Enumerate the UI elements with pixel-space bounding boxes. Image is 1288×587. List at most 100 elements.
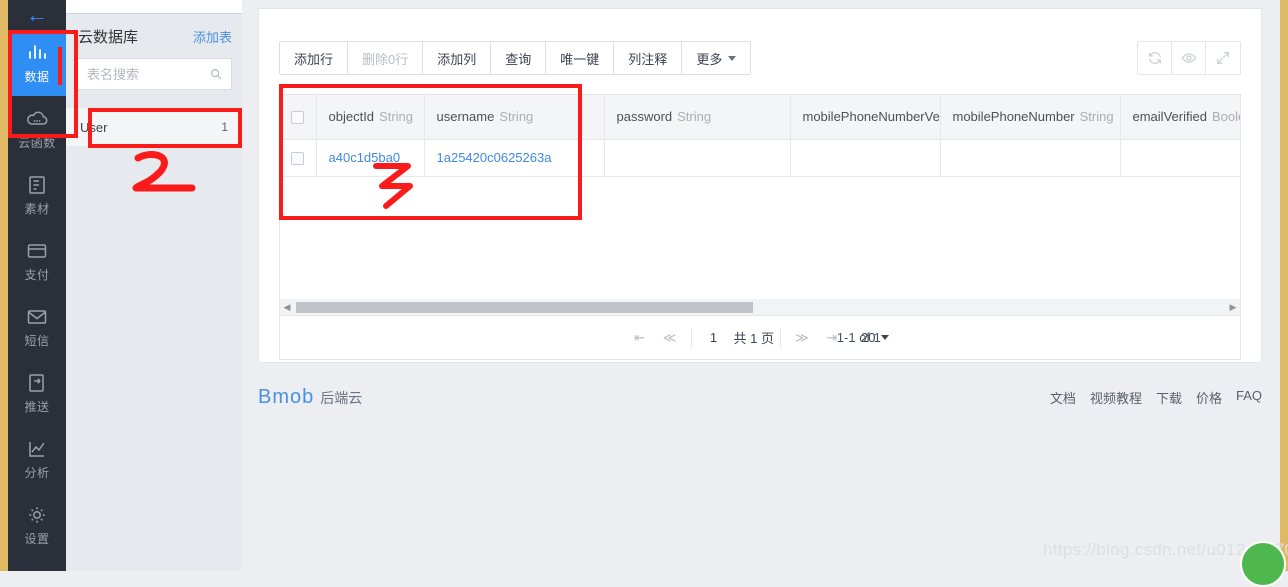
column-header-mobilephonenumber[interactable]: mobilePhoneNumber String bbox=[940, 95, 1121, 140]
expand-button[interactable] bbox=[1206, 42, 1240, 74]
file-material-icon bbox=[24, 173, 50, 197]
cell-objectid[interactable]: a40c1d5ba0 bbox=[316, 139, 425, 177]
column-header-password[interactable]: password String bbox=[604, 95, 791, 140]
sidebar-item-analytics[interactable]: 分析 bbox=[8, 426, 66, 492]
unique-key-button[interactable]: 唯一键 bbox=[546, 42, 615, 74]
footer-links: 文档 视频教程 下载 价格 FAQ bbox=[1050, 388, 1262, 407]
scroll-left-arrow-icon[interactable]: ◀ bbox=[280, 302, 294, 313]
sidebar-back-button[interactable]: ← bbox=[8, 0, 66, 30]
footer-link-docs[interactable]: 文档 bbox=[1050, 388, 1076, 407]
footer-link-video[interactable]: 视频教程 bbox=[1090, 388, 1142, 407]
main-sidebar: ← 数据 云函数 素材 支付 短信 推送 分析 设置 bbox=[8, 0, 66, 571]
brand-subtitle: 后端云 bbox=[320, 389, 363, 406]
scrollbar-track[interactable] bbox=[294, 299, 1226, 316]
preview-button[interactable] bbox=[1172, 42, 1206, 74]
footer-link-pricing[interactable]: 价格 bbox=[1196, 388, 1222, 407]
button-label: 添加行 bbox=[294, 51, 334, 67]
main-content-panel: 添加行 删除0行 添加列 查询 唯一键 列注释 更多 objectId Stri… bbox=[258, 8, 1262, 363]
column-comment-button[interactable]: 列注释 bbox=[614, 42, 683, 74]
sidebar-item-payment[interactable]: 支付 bbox=[8, 228, 66, 294]
toolbar-icon-group bbox=[1137, 41, 1241, 75]
credit-card-icon bbox=[24, 239, 50, 263]
prev-page-icon[interactable]: ≪ bbox=[655, 330, 685, 346]
refresh-button[interactable] bbox=[1138, 42, 1172, 74]
more-button[interactable]: 更多 bbox=[682, 42, 751, 74]
sidebar-item-cloud-function[interactable]: 云函数 bbox=[8, 96, 66, 162]
row-checkbox[interactable] bbox=[291, 152, 305, 166]
footer-link-download[interactable]: 下载 bbox=[1156, 388, 1182, 407]
column-type: Boolean bbox=[1211, 109, 1239, 125]
scrollbar-thumb[interactable] bbox=[296, 301, 753, 313]
select-all-checkbox[interactable] bbox=[291, 111, 305, 125]
chevron-down-icon bbox=[728, 55, 737, 61]
delete-rows-button[interactable]: 删除0行 bbox=[348, 42, 424, 74]
sidebar-item-material[interactable]: 素材 bbox=[8, 162, 66, 228]
add-row-button[interactable]: 添加行 bbox=[280, 42, 349, 74]
table-header-row: objectId String username String password St… bbox=[280, 95, 1240, 140]
column-header-emailverified[interactable]: emailVerifiedBoolean bbox=[1120, 95, 1240, 140]
table-item-count: 1 bbox=[221, 120, 228, 134]
chevron-down-icon bbox=[881, 335, 890, 340]
eye-icon bbox=[1181, 50, 1197, 66]
cell-username[interactable]: 1a25420c0625263a bbox=[424, 139, 605, 177]
column-type: String bbox=[499, 109, 534, 125]
scroll-right-arrow-icon[interactable]: ▶ bbox=[1226, 302, 1240, 313]
button-label: 列注释 bbox=[628, 51, 668, 67]
cloud-function-icon bbox=[24, 107, 50, 131]
column-name: mobilePhoneNumberVer bbox=[802, 109, 940, 125]
select-all-cell[interactable] bbox=[280, 95, 317, 140]
empty-space bbox=[280, 176, 1240, 236]
page-right-edge-strip bbox=[1280, 0, 1288, 571]
table-search-input[interactable] bbox=[85, 65, 209, 83]
column-name: mobilePhoneNumber bbox=[952, 109, 1075, 125]
column-header-username[interactable]: username String bbox=[424, 95, 605, 140]
sidebar-item-label: 数据 bbox=[24, 70, 50, 84]
sidebar-item-label: 推送 bbox=[24, 400, 50, 414]
panel-header: 云数据库 添加表 bbox=[66, 14, 242, 58]
sidebar-item-label: 素材 bbox=[24, 202, 50, 216]
cell-mobilephonenumber[interactable] bbox=[940, 139, 1121, 177]
next-page-icon[interactable]: ≫ bbox=[787, 330, 817, 346]
column-header-objectid[interactable]: objectId String bbox=[316, 95, 425, 140]
sidebar-item-label: 分析 bbox=[24, 466, 50, 480]
sidebar-item-push[interactable]: 推送 bbox=[8, 360, 66, 426]
column-header-mobilephonenumberver[interactable]: mobilePhoneNumberVer bbox=[790, 95, 941, 140]
cell-emailverified[interactable] bbox=[1120, 139, 1240, 177]
grid-toolbar: 添加行 删除0行 添加列 查询 唯一键 列注释 更多 bbox=[279, 41, 1241, 75]
panel-top-bar bbox=[66, 0, 242, 14]
pagination-range-label: 1-1 of 1 bbox=[836, 330, 881, 345]
add-column-button[interactable]: 添加列 bbox=[423, 42, 492, 74]
page-footer: Bmob 后端云 文档 视频教程 下载 价格 FAQ bbox=[258, 380, 1262, 414]
button-label: 删除0行 bbox=[362, 51, 409, 67]
horizontal-scrollbar[interactable]: ◀ ▶ bbox=[279, 299, 1241, 316]
brand-logo-text: Bmob bbox=[258, 385, 315, 408]
sidebar-item-label: 设置 bbox=[24, 532, 50, 546]
table-row[interactable]: a40c1d5ba0 1a25420c0625263a bbox=[280, 139, 1240, 177]
cell-password[interactable] bbox=[604, 139, 791, 177]
expand-icon bbox=[1215, 50, 1231, 66]
column-name: password bbox=[616, 109, 673, 125]
sidebar-item-data[interactable]: 数据 bbox=[8, 30, 66, 96]
bar-chart-icon bbox=[24, 41, 50, 65]
table-list-item-user[interactable]: User 1 bbox=[66, 108, 242, 146]
total-pages-label: 共 1 页 bbox=[733, 331, 774, 346]
column-type: String bbox=[379, 109, 414, 125]
footer-link-faq[interactable]: FAQ bbox=[1236, 388, 1262, 407]
row-select-cell[interactable] bbox=[280, 139, 317, 177]
toolbar-button-group: 添加行 删除0行 添加列 查询 唯一键 列注释 更多 bbox=[279, 41, 752, 75]
refresh-icon bbox=[1147, 50, 1163, 66]
add-table-link[interactable]: 添加表 bbox=[193, 27, 232, 46]
search-icon bbox=[209, 67, 223, 81]
sidebar-item-sms[interactable]: 短信 bbox=[8, 294, 66, 360]
push-send-icon bbox=[24, 371, 50, 395]
table-search-box[interactable] bbox=[76, 58, 232, 90]
sidebar-item-label: 支付 bbox=[24, 268, 50, 282]
query-button[interactable]: 查询 bbox=[491, 42, 547, 74]
sidebar-item-settings[interactable]: 设置 bbox=[8, 492, 66, 558]
button-label: 更多 bbox=[696, 51, 723, 67]
green-badge-circle bbox=[1240, 541, 1286, 587]
first-page-icon[interactable]: ⇤ bbox=[625, 330, 655, 346]
column-name: emailVerified bbox=[1132, 109, 1207, 125]
cell-mobilephonenumberver[interactable] bbox=[790, 139, 941, 177]
page-number-input[interactable] bbox=[697, 326, 730, 349]
